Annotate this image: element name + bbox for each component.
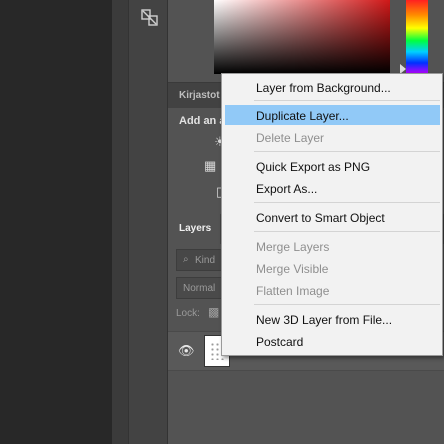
menu-separator <box>254 151 440 152</box>
color-saturation-field[interactable] <box>214 0 390 74</box>
eye-icon[interactable]: 👁 <box>178 343 195 359</box>
menu-item-label: Quick Export as PNG <box>256 160 371 174</box>
tab-layers-label: Layers <box>179 223 212 234</box>
menu-item-label: Delete Layer <box>256 131 325 145</box>
menu-item-flatten-image: Flatten Image <box>225 280 440 300</box>
levels-icon[interactable]: ▦ <box>204 158 216 174</box>
menu-item-label: Export As... <box>256 182 318 196</box>
menu-item-postcard[interactable]: Postcard <box>225 331 440 351</box>
menu-item-label: New 3D Layer from File... <box>256 313 393 327</box>
menu-item-label: Convert to Smart Object <box>256 211 385 225</box>
menu-item-convert-smart-object[interactable]: Convert to Smart Object <box>225 207 440 227</box>
adjustments-title: Add an a <box>179 115 226 127</box>
menu-item-label: Duplicate Layer... <box>256 109 349 123</box>
blend-mode-value: Normal <box>183 283 216 294</box>
lock-label: Lock: <box>176 308 200 319</box>
menu-item-label: Layer from Background... <box>256 81 391 95</box>
menu-separator <box>254 231 440 232</box>
menu-item-label: Merge Layers <box>256 240 330 254</box>
menu-separator <box>254 100 440 101</box>
libraries-tab[interactable]: Kirjastot <box>179 90 220 101</box>
menu-item-label: Flatten Image <box>256 284 330 298</box>
hue-slider[interactable] <box>406 0 428 74</box>
menu-item-new-3d-layer[interactable]: New 3D Layer from File... <box>225 309 440 329</box>
menu-item-label: Postcard <box>256 335 304 349</box>
tab-layers[interactable]: Layers <box>168 214 220 244</box>
menu-item-merge-layers: Merge Layers <box>225 236 440 256</box>
menu-separator <box>254 304 440 305</box>
menu-item-layer-from-background[interactable]: Layer from Background... <box>225 77 440 97</box>
menu-item-label: Merge Visible <box>256 262 329 276</box>
color-picker-panel <box>168 0 444 80</box>
layer-tool-icon[interactable] <box>139 6 161 30</box>
menu-separator <box>254 202 440 203</box>
search-icon: ⌕ <box>183 254 189 265</box>
canvas-edge-strip <box>112 0 128 444</box>
layer-filter-kind: Kind <box>195 255 216 266</box>
menu-item-export-as[interactable]: Export As... <box>225 178 440 198</box>
document-canvas-area[interactable] <box>0 0 112 444</box>
menu-item-merge-visible: Merge Visible <box>225 258 440 278</box>
layer-context-menu: Layer from Background... Duplicate Layer… <box>221 73 443 356</box>
lock-transparent-pixels-icon[interactable]: ▩ <box>208 305 219 319</box>
menu-item-duplicate-layer[interactable]: Duplicate Layer... <box>225 105 440 125</box>
panel-icon-column <box>128 0 168 444</box>
menu-item-delete-layer: Delete Layer <box>225 127 440 147</box>
menu-item-quick-export-png[interactable]: Quick Export as PNG <box>225 156 440 176</box>
